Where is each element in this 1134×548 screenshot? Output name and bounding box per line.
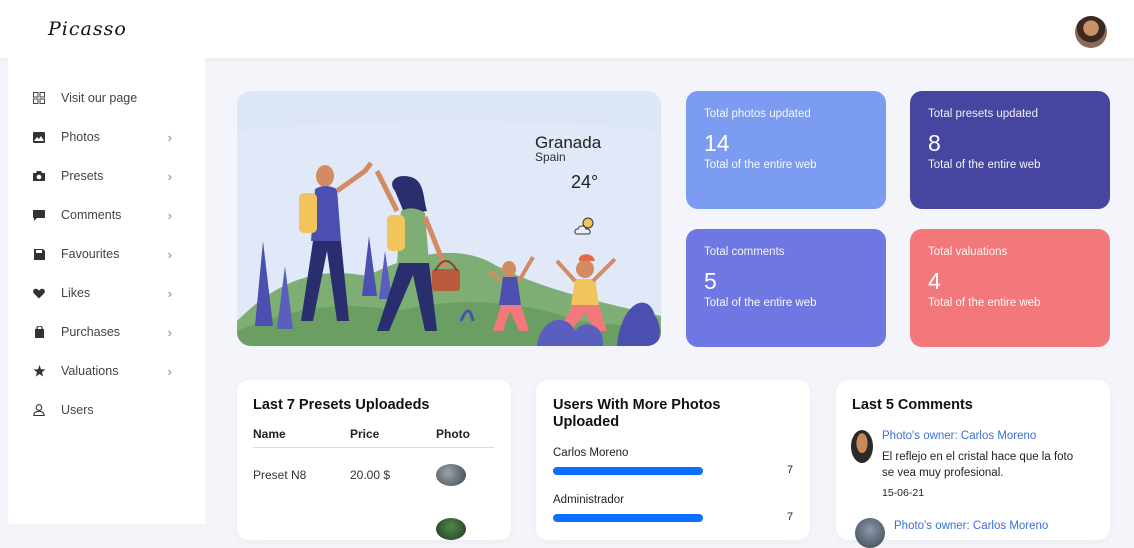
sidebar-item-label: Valuations [61,364,119,378]
stat-title: Total comments [704,246,785,258]
column-header-name: Name [253,427,286,441]
sidebar-item-label: Users [61,403,94,417]
stat-value: 4 [928,268,941,294]
sidebar-item-presets[interactable]: Presets › [32,166,172,186]
table-divider [253,447,494,448]
users-card: Users With More Photos Uploaded Carlos M… [536,380,810,540]
comment-date: 15-06-21 [882,487,925,499]
weather-country: Spain [535,150,566,164]
stat-subtitle: Total of the entire web [704,297,817,309]
save-icon [32,247,46,261]
sidebar-item-label: Comments [61,208,122,222]
stat-subtitle: Total of the entire web [928,159,1041,171]
weather-card: Granada Spain 24° [237,91,661,346]
grid-icon [32,91,46,105]
chevron-right-icon: › [167,129,172,145]
user-name: Administrador [553,494,624,506]
sidebar-item-label: Photos [61,130,100,144]
comment-avatar[interactable] [855,518,885,548]
user-photo-count: 7 [787,511,794,523]
preset-thumbnail[interactable] [436,464,466,486]
sidebar-item-label: Likes [61,286,91,300]
sidebar-item-comments[interactable]: Comments › [32,205,172,225]
comments-card: Last 5 Comments Photo's owner: Carlos Mo… [836,380,1110,548]
user-name: Carlos Moreno [553,447,629,459]
logo[interactable]: Picasso [48,18,127,40]
camera-icon [32,169,46,183]
stat-subtitle: Total of the entire web [928,297,1041,309]
partly-cloudy-icon [574,217,594,235]
user-icon [32,403,46,417]
top-bar: Picasso [0,0,1134,58]
preset-thumbnail[interactable] [436,518,466,540]
bag-icon [32,325,46,339]
sidebar-item-users[interactable]: Users [32,400,172,420]
comment-owner-link[interactable]: Photo's owner: Carlos Moreno [894,520,1048,532]
stat-card-photos: Total photos updated 14 Total of the ent… [686,91,886,209]
stat-subtitle: Total of the entire web [704,159,817,171]
presets-card-title: Last 7 Presets Uploadeds [253,397,430,413]
stat-card-presets: Total presets updated 8 Total of the ent… [910,91,1110,209]
user-avatar[interactable] [1075,16,1107,48]
comment-text: El reflejo en el cristal hace que la fot… [882,451,1074,479]
stat-title: Total valuations [928,246,1008,258]
sidebar-item-likes[interactable]: Likes › [32,283,172,303]
star-icon [32,364,46,378]
stat-title: Total photos updated [704,108,811,120]
stat-value: 8 [928,130,941,156]
comment-avatar[interactable] [851,430,873,463]
stat-card-comments: Total comments 5 Total of the entire web [686,229,886,347]
image-icon [32,130,46,144]
presets-card: Last 7 Presets Uploadeds Name Price Phot… [237,380,511,540]
sidebar-item-label: Purchases [61,325,121,339]
stat-value: 5 [704,268,717,294]
stat-card-valuations: Total valuations 4 Total of the entire w… [910,229,1110,347]
column-header-price: Price [350,427,380,441]
chevron-right-icon: › [167,363,172,379]
user-progress-bar [553,467,703,475]
sidebar-item-label: Visit our page [61,91,138,105]
sidebar-item-valuations[interactable]: Valuations › [32,361,172,381]
chevron-right-icon: › [167,285,172,301]
user-progress-bar [553,514,703,522]
comments-card-title: Last 5 Comments [852,397,973,413]
users-card-title: Users With More Photos Uploaded [553,397,721,430]
sidebar-item-purchases[interactable]: Purchases › [32,322,172,342]
preset-price: 20.00 $ [350,468,391,482]
sidebar: Visit our page Photos › Presets › Commen… [8,58,205,524]
weather-temperature: 24° [571,172,599,192]
chevron-right-icon: › [167,207,172,223]
column-header-photo: Photo [436,427,470,441]
sidebar-item-label: Favourites [61,247,120,261]
sidebar-item-photos[interactable]: Photos › [32,127,172,147]
sidebar-item-visit-our-page[interactable]: Visit our page [32,88,172,108]
chevron-right-icon: › [167,168,172,184]
sidebar-item-favourites[interactable]: Favourites › [32,244,172,264]
comment-owner-link[interactable]: Photo's owner: Carlos Moreno [882,430,1036,442]
preset-name: Preset N8 [253,468,307,482]
chevron-right-icon: › [167,324,172,340]
stat-title: Total presets updated [928,108,1038,120]
stat-value: 14 [704,130,730,156]
comment-icon [32,208,46,222]
sidebar-item-label: Presets [61,169,104,183]
chevron-right-icon: › [167,246,172,262]
heart-icon [32,286,46,300]
user-photo-count: 7 [787,464,794,476]
